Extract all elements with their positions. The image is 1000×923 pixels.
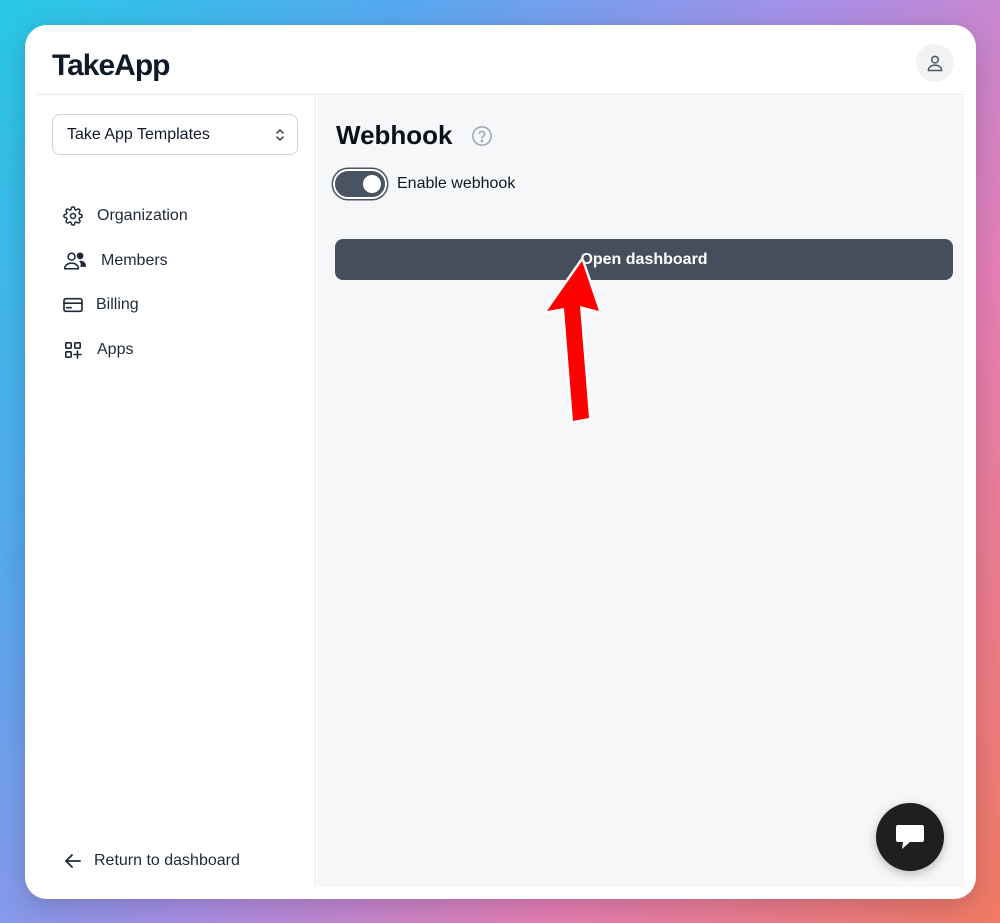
sidebar-item-label: Members [101,251,168,269]
gear-icon [62,205,84,227]
credit-card-icon [62,294,84,316]
sidebar: Take App Templates Organization Members … [37,96,316,887]
chat-button[interactable] [876,803,944,871]
user-menu-button[interactable] [916,44,954,82]
sidebar-item-organization[interactable]: Organization [62,194,188,239]
users-icon [62,250,88,272]
organization-select-value: Take App Templates [67,125,210,143]
user-icon [927,55,943,72]
return-to-dashboard-link[interactable]: Return to dashboard [64,852,240,870]
chat-bubble-icon [896,825,924,849]
sidebar-item-billing[interactable]: Billing [62,283,188,328]
main-content: Webhook Enable webhook Open dashboard [317,96,964,887]
return-label: Return to dashboard [94,852,240,869]
organization-select[interactable]: Take App Templates [52,114,298,155]
enable-webhook-toggle[interactable] [333,169,387,199]
sidebar-item-label: Billing [96,296,139,314]
sidebar-item-label: Apps [97,341,134,359]
sidebar-nav: Organization Members Billing Apps [62,194,188,372]
app-window: TakeApp Take App Templates Organization … [25,25,976,899]
page-title-row: Webhook [336,120,493,151]
sidebar-item-apps[interactable]: Apps [62,328,188,373]
question-circle-icon[interactable] [471,125,493,147]
page-title: Webhook [336,120,453,150]
sidebar-item-label: Organization [97,207,188,225]
webhook-toggle-row: Enable webhook [333,169,515,199]
arrow-left-icon [64,853,82,869]
sidebar-item-members[interactable]: Members [62,239,188,284]
top-bar: TakeApp [37,25,964,95]
logo: TakeApp [52,49,170,82]
annotation-arrow-icon [544,258,602,424]
open-dashboard-button[interactable]: Open dashboard [335,239,953,280]
toggle-knob [363,175,381,193]
chevron-up-down-icon [276,129,284,141]
enable-webhook-label: Enable webhook [397,175,516,192]
apps-grid-icon [62,339,84,361]
